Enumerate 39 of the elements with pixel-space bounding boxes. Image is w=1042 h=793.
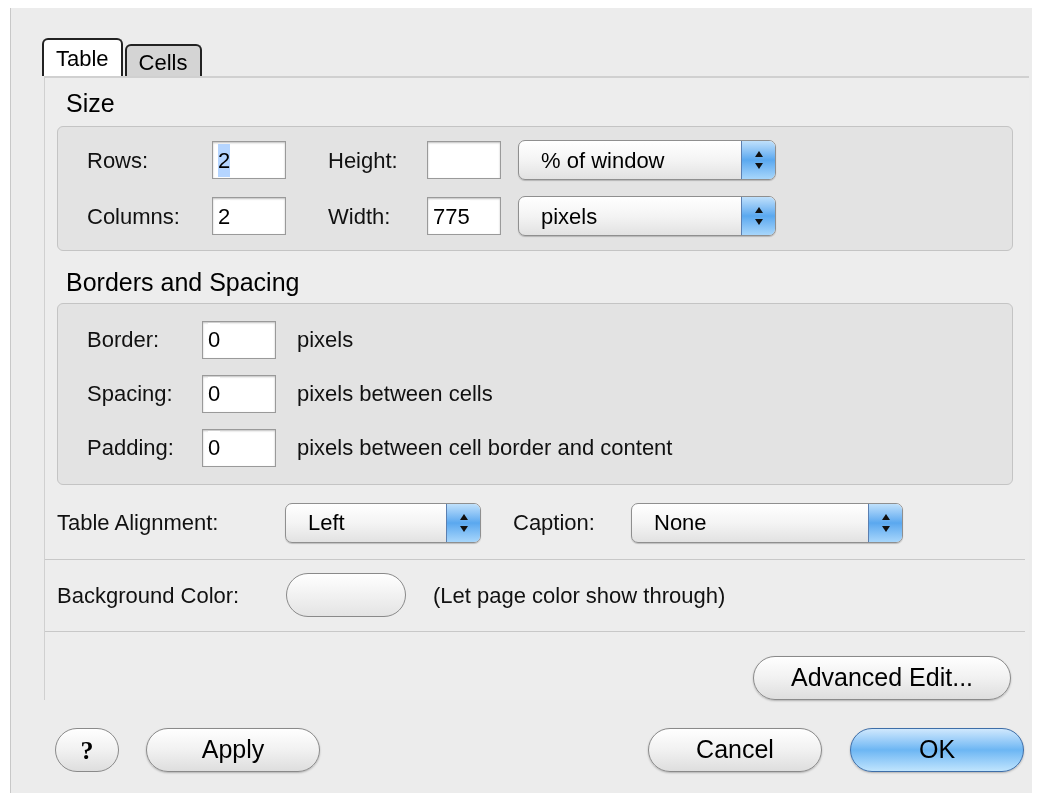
- help-button[interactable]: ?: [55, 728, 119, 772]
- button[interactable]: OK: [850, 728, 1024, 772]
- field-label: Rows:: [87, 146, 150, 175]
- tab[interactable]: Table: [42, 38, 123, 76]
- alignment-dropdown[interactable]: Left: [285, 502, 481, 543]
- unit-dropdown[interactable]: pixels: [518, 196, 776, 237]
- stepper-arrows-icon: [880, 512, 891, 533]
- input-field[interactable]: [427, 141, 501, 180]
- field-label: Padding:: [87, 434, 175, 463]
- button[interactable]: Apply: [146, 728, 320, 772]
- input-field[interactable]: 0: [202, 374, 276, 413]
- field-label: Caption:: [513, 509, 596, 538]
- input-field[interactable]: 0: [202, 428, 276, 467]
- field-note: pixels between cells: [297, 380, 493, 409]
- stepper-arrows-icon: [753, 150, 764, 171]
- field-label: Background Color:: [57, 581, 241, 610]
- field-note: pixels: [297, 326, 354, 355]
- stepper-arrows-icon: [753, 206, 764, 227]
- caption-dropdown[interactable]: None: [631, 502, 903, 543]
- tab[interactable]: Cells: [124, 44, 202, 76]
- section-title: Borders and Spacing: [66, 266, 301, 297]
- field-label: Height:: [328, 146, 399, 175]
- advanced-edit-button[interactable]: Advanced Edit...: [753, 656, 1011, 700]
- field-note: (Let page color show through): [433, 581, 726, 610]
- unit-dropdown[interactable]: % of window: [518, 140, 776, 181]
- field-label: Width:: [328, 202, 392, 231]
- input-field[interactable]: 0: [202, 320, 276, 359]
- input-field[interactable]: 775: [427, 197, 501, 236]
- input-field[interactable]: 2: [212, 197, 286, 236]
- input-field[interactable]: 2: [212, 141, 286, 180]
- field-note: pixels between cell border and content: [297, 434, 673, 463]
- field-label: Columns:: [87, 202, 181, 231]
- stepper-arrows-icon: [458, 512, 469, 533]
- field-label: Table Alignment:: [57, 509, 220, 538]
- section-title: Size: [66, 88, 116, 118]
- button[interactable]: Cancel: [648, 728, 822, 772]
- field-label: Border:: [87, 326, 161, 355]
- field-label: Spacing:: [87, 380, 174, 409]
- color-swatch[interactable]: [286, 573, 406, 618]
